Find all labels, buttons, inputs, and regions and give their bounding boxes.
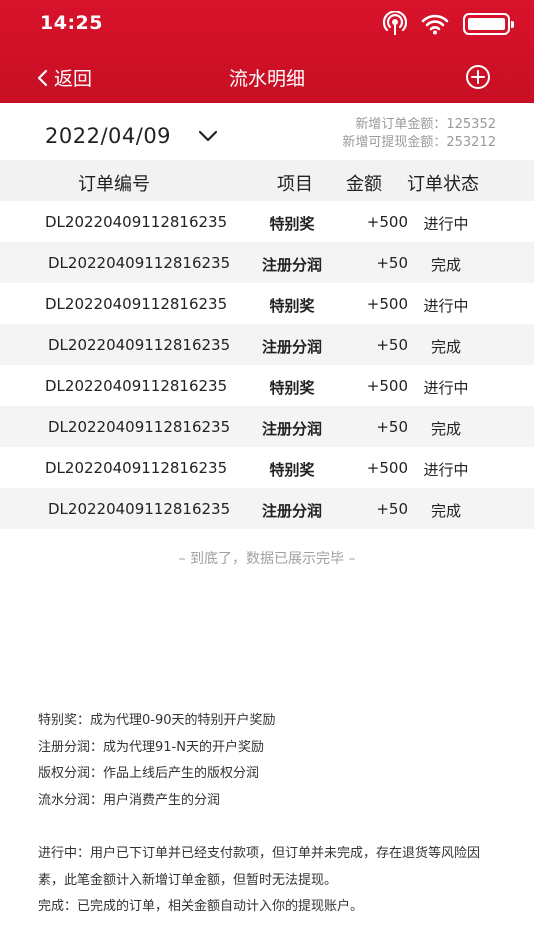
order-status: 完成 (430, 420, 461, 438)
order-amount: +500 (366, 459, 408, 477)
header-order-id: 订单编号 (78, 174, 150, 195)
table-row[interactable]: DL20220409112816235 特别奖 +500 进行中 (0, 447, 534, 488)
order-amount: +50 (376, 418, 408, 436)
back-button[interactable]: 返回 (36, 64, 92, 91)
order-amount: +50 (376, 336, 408, 354)
order-item: 注册分润 (261, 338, 322, 356)
order-amount: +500 (366, 295, 408, 313)
chevron-down-icon[interactable] (198, 130, 218, 142)
order-status: 完成 (430, 338, 461, 356)
app-header: 14:25 返回 流水明细 (0, 0, 534, 103)
order-amount: +500 (366, 377, 408, 395)
order-item: 注册分润 (261, 502, 322, 520)
order-status: 进行中 (423, 215, 469, 233)
order-amount: +500 (366, 213, 408, 231)
order-id: DL20220409112816235 (48, 336, 231, 354)
status-icons (383, 11, 514, 37)
table-row[interactable]: DL20220409112816235 注册分润 +50 完成 (0, 488, 534, 529)
order-item: 特别奖 (269, 379, 315, 397)
order-id: DL20220409112816235 (45, 213, 228, 231)
order-id: DL20220409112816235 (48, 418, 231, 436)
back-label: 返回 (54, 68, 93, 90)
summary-withdrawable-amount: 新增可提现金额：253212 (342, 135, 496, 150)
table-row[interactable]: DL20220409112816235 注册分润 +50 完成 (0, 242, 534, 283)
table-row[interactable]: DL20220409112816235 注册分润 +50 完成 (0, 324, 534, 365)
table-header: 订单编号 项目 金额 订单状态 (0, 160, 534, 201)
wifi-icon (421, 14, 449, 35)
order-item: 特别奖 (269, 461, 315, 479)
order-item: 特别奖 (269, 215, 315, 233)
item-legend: 特别奖：成为代理0-90天的特别开户奖励 注册分润：成为代理91-N天的开户奖励… (38, 708, 276, 814)
order-status: 进行中 (423, 297, 469, 315)
order-status: 进行中 (423, 379, 469, 397)
battery-icon (463, 13, 514, 35)
order-id: DL20220409112816235 (48, 500, 231, 518)
chevron-left-icon (37, 69, 48, 86)
order-item: 注册分润 (261, 420, 322, 438)
header-amount: 金额 (346, 174, 382, 195)
explanation-completed: 完成：已完成的订单，相关金额自动计入你的提现账户。 (38, 899, 364, 914)
order-item: 特别奖 (269, 297, 315, 315)
order-status: 进行中 (423, 461, 469, 479)
legend-item: 注册分润：成为代理91-N天的开户奖励 (38, 739, 264, 755)
order-table: DL20220409112816235 特别奖 +500 进行中 DL20220… (0, 201, 534, 529)
order-id: DL20220409112816235 (48, 254, 231, 272)
date-selector[interactable]: 2022/04/09 (45, 124, 171, 148)
table-row[interactable]: DL20220409112816235 注册分润 +50 完成 (0, 406, 534, 447)
legend-item: 流水分润：用户消费产生的分润 (38, 792, 221, 808)
header-item: 项目 (277, 174, 313, 195)
order-id: DL20220409112816235 (45, 295, 228, 313)
end-of-list-note: – 到底了，数据已展示完毕 – (178, 551, 356, 567)
hotspot-icon (383, 11, 407, 35)
explanation-in-progress: 进行中：用户已下订单并已经支付款项，但订单并未完成，存在退货等风险因素，此笔金额… (38, 846, 481, 888)
table-row[interactable]: DL20220409112816235 特别奖 +500 进行中 (0, 365, 534, 406)
order-amount: +50 (376, 254, 408, 272)
order-amount: +50 (376, 500, 408, 518)
table-row[interactable]: DL20220409112816235 特别奖 +500 进行中 (0, 283, 534, 324)
order-id: DL20220409112816235 (45, 377, 228, 395)
add-icon[interactable] (465, 64, 491, 90)
legend-item: 特别奖：成为代理0-90天的特别开户奖励 (38, 713, 276, 728)
order-id: DL20220409112816235 (45, 459, 228, 477)
status-time: 14:25 (40, 12, 103, 34)
summary-new-order-amount: 新增订单金额：125352 (355, 117, 496, 132)
legend-item: 版权分润：作品上线后产生的版权分润 (38, 766, 260, 781)
order-status: 完成 (430, 502, 461, 520)
header-status: 订单状态 (407, 174, 479, 195)
date-filter-bar: 2022/04/09 新增订单金额：125352 新增可提现金额：253212 (0, 103, 534, 160)
status-explanations: 进行中：用户已下订单并已经支付款项，但订单并未完成，存在退货等风险因素，此笔金额… (38, 841, 498, 921)
table-row[interactable]: DL20220409112816235 特别奖 +500 进行中 (0, 201, 534, 242)
order-status: 完成 (430, 256, 461, 274)
order-item: 注册分润 (261, 256, 322, 274)
amount-summary: 新增订单金额：125352 新增可提现金额：253212 (342, 116, 496, 152)
